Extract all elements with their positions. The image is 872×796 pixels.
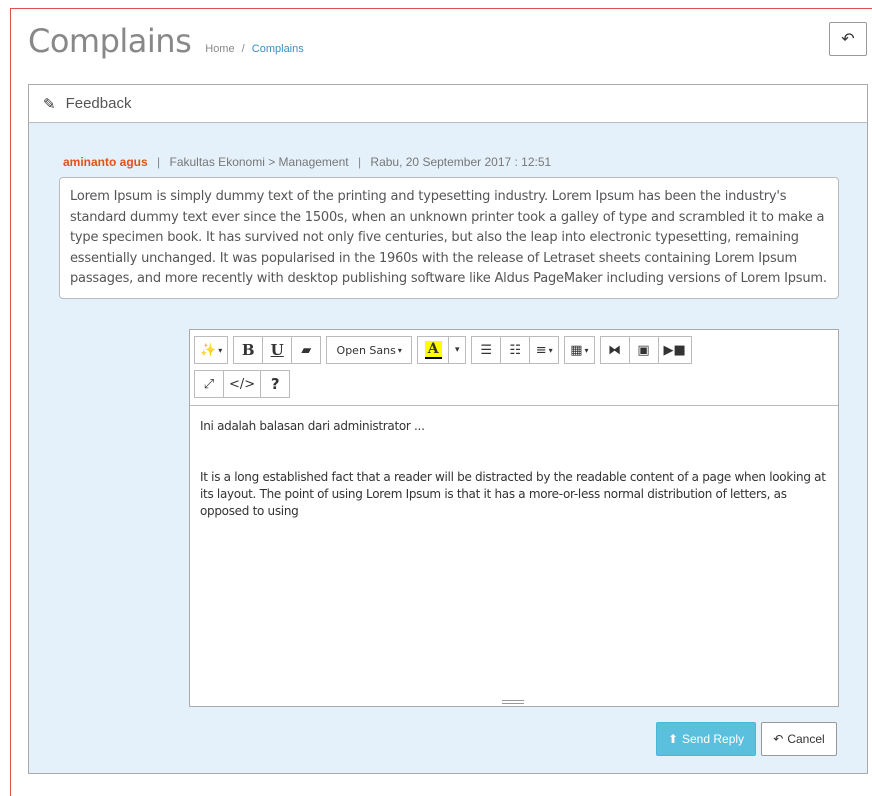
image-icon: ▣ <box>637 342 650 358</box>
form-actions: ⬆ Send Reply ↶ Cancel <box>656 722 837 756</box>
reply-line-2: It is a long established fact that a rea… <box>200 470 826 518</box>
resize-handle[interactable] <box>502 700 524 704</box>
align-icon: ≡ <box>535 342 547 358</box>
reply-icon: ↶ <box>841 31 855 48</box>
bold-button[interactable]: B <box>233 336 264 364</box>
table-button[interactable]: ▦ ▾ <box>564 336 595 364</box>
code-view-button[interactable]: </> <box>223 370 262 398</box>
clear-format-button[interactable]: ▰ <box>291 336 322 364</box>
page-header: Complains Home / Complains <box>28 22 304 62</box>
help-button[interactable]: ? <box>260 370 291 398</box>
link-icon: ⧓ <box>608 342 622 358</box>
complaint-meta: aminanto agus | Fakultas Ekonomi > Manag… <box>63 155 551 169</box>
feedback-panel: ✎ Feedback aminanto agus | Fakultas Ekon… <box>28 84 868 774</box>
panel-heading: ✎ Feedback <box>29 85 867 123</box>
magic-wand-icon: ✨ <box>200 342 217 358</box>
author-name[interactable]: aminanto agus <box>63 155 148 169</box>
breadcrumb-home[interactable]: Home <box>205 43 234 55</box>
complaint-date: Rabu, 20 September 2017 : 12:51 <box>370 155 552 169</box>
pencil-icon: ✎ <box>43 95 56 113</box>
complaint-message: Lorem Ipsum is simply dummy text of the … <box>59 177 839 299</box>
font-name: Open Sans <box>336 343 396 357</box>
back-button[interactable]: ↶ <box>829 22 867 56</box>
breadcrumb: Home / Complains <box>205 43 304 55</box>
reply-editor[interactable]: ✨ ▾ B U ▰ Open Sans ▾ A ▾ ☰ ☷ ≡ ▾ ▦ ▾ ⧓ … <box>189 329 839 707</box>
align-button[interactable]: ≡ ▾ <box>529 336 560 364</box>
editor-toolbar: ✨ ▾ B U ▰ Open Sans ▾ A ▾ ☰ ☷ ≡ ▾ ▦ ▾ ⧓ … <box>190 330 838 406</box>
text-color-button[interactable]: A <box>417 336 450 364</box>
breadcrumb-current[interactable]: Complains <box>252 43 304 55</box>
ordered-list-icon: ☷ <box>509 342 522 358</box>
upload-icon: ⬆ <box>667 732 678 746</box>
link-button[interactable]: ⧓ <box>599 336 630 364</box>
unordered-list-icon: ☰ <box>480 342 493 358</box>
reply-line-1: Ini adalah balasan dari administrator ..… <box>200 419 425 433</box>
meta-divider: | <box>357 155 362 169</box>
reply-icon: ↶ <box>773 732 784 746</box>
breadcrumb-separator: / <box>241 43 245 55</box>
video-icon: ▶■ <box>663 342 686 358</box>
video-button[interactable]: ▶■ <box>657 336 692 364</box>
meta-divider: | <box>157 155 161 169</box>
unordered-list-button[interactable]: ☰ <box>471 336 502 364</box>
editor-content[interactable]: Ini adalah balasan dari administrator ..… <box>190 406 838 686</box>
image-button[interactable]: ▣ <box>628 336 659 364</box>
fullscreen-icon: ⤢ <box>203 376 215 392</box>
color-letter: A <box>424 341 442 359</box>
faculty-label: Fakultas Ekonomi > Management <box>169 155 349 169</box>
underline-button[interactable]: U <box>262 336 293 364</box>
eraser-icon: ▰ <box>301 342 312 358</box>
ordered-list-button[interactable]: ☷ <box>500 336 531 364</box>
cancel-label: Cancel <box>787 732 825 746</box>
send-reply-button[interactable]: ⬆ Send Reply <box>656 722 756 756</box>
send-reply-label: Send Reply <box>682 732 745 746</box>
font-family-dropdown[interactable]: Open Sans ▾ <box>326 336 413 364</box>
style-button[interactable]: ✨ ▾ <box>194 336 229 364</box>
panel-heading-text: Feedback <box>65 95 132 112</box>
color-dropdown-button[interactable]: ▾ <box>448 336 467 364</box>
page-title: Complains <box>28 22 192 60</box>
fullscreen-button[interactable]: ⤢ <box>194 370 224 398</box>
cancel-button[interactable]: ↶ Cancel <box>761 722 837 756</box>
chevron-down-icon: ▾ <box>397 345 402 355</box>
table-icon: ▦ <box>570 342 583 358</box>
